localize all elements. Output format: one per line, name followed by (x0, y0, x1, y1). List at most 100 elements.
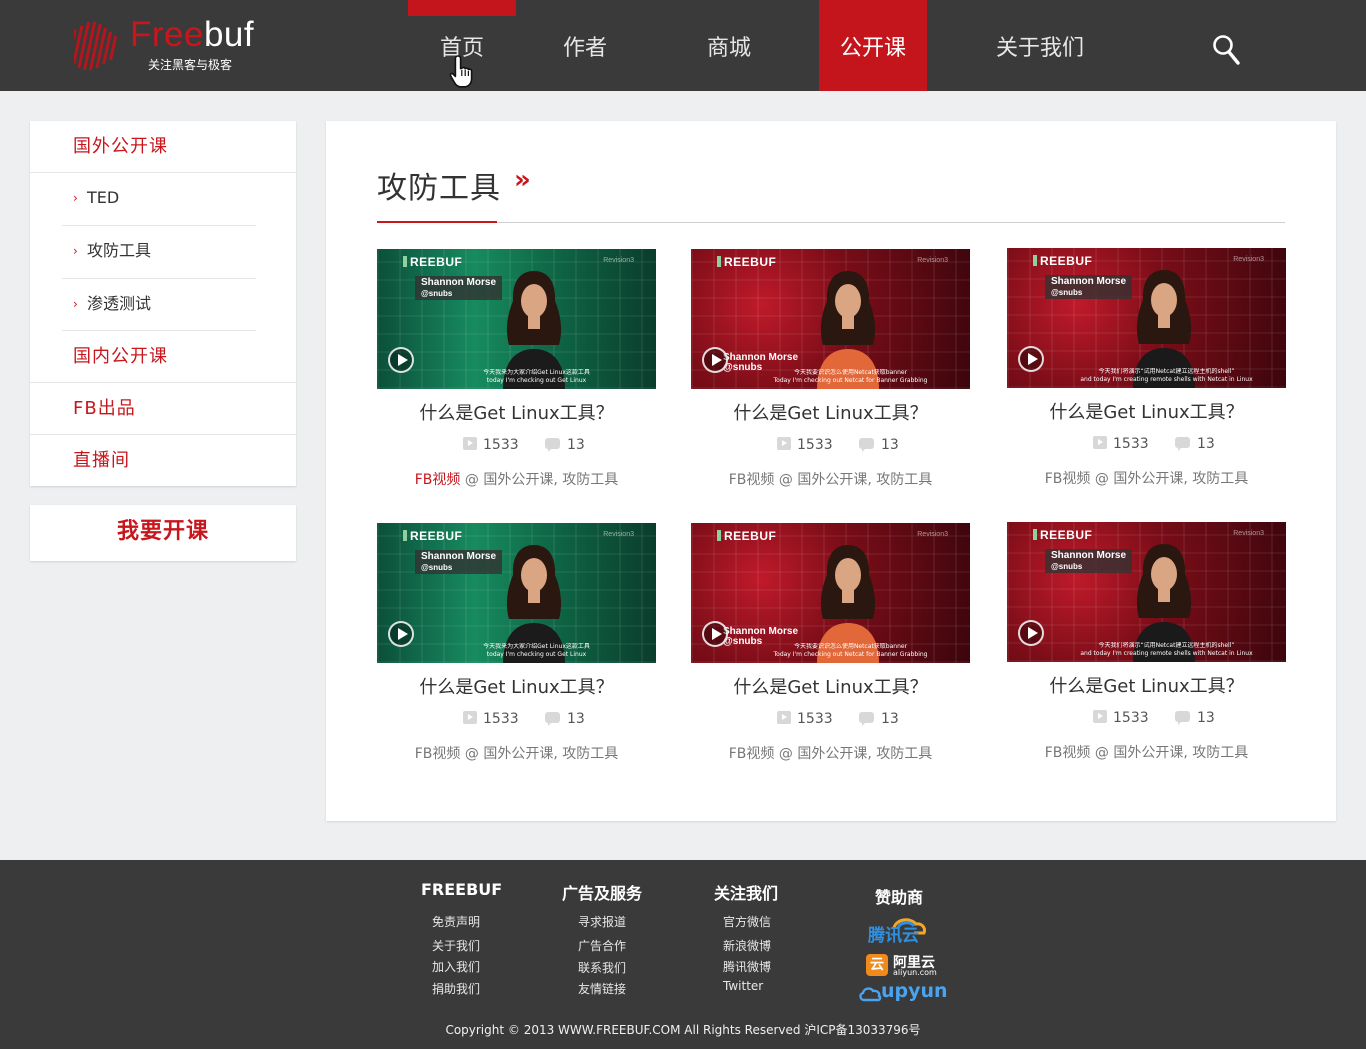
nav-authors[interactable]: 作者 (531, 0, 639, 91)
video-meta: FB视频 @ 国外公开课, 攻防工具 (377, 469, 656, 489)
video-source-link[interactable]: FB视频 (1045, 471, 1091, 487)
video-stats: 1533 13 (691, 437, 970, 457)
footer-link-press[interactable]: 寻求报道 (578, 913, 626, 930)
video-card[interactable]: REEBUF Revision3 Shannon Morse @snubs 今天我… (691, 523, 970, 773)
sidebar-subitem-label: 渗透测试 (87, 294, 152, 313)
video-tags[interactable]: @ 国外公开课, 攻防工具 (779, 472, 932, 488)
start-course-button[interactable]: 我要开课 (30, 505, 296, 561)
video-meta: FB视频 @ 国外公开课, 攻防工具 (691, 469, 970, 489)
video-title[interactable]: 什么是Get Linux工具？ (1007, 398, 1286, 424)
comment-count: 13 (1175, 436, 1215, 452)
footer-link-twitter[interactable]: Twitter (723, 979, 763, 993)
play-count-icon (777, 711, 791, 724)
video-source-link[interactable]: FB视频 (415, 746, 461, 762)
play-icon[interactable] (702, 621, 728, 647)
video-tags[interactable]: @ 国外公开课, 攻防工具 (1095, 745, 1248, 761)
sidebar-item-foreign-courses[interactable]: 国外公开课 (30, 121, 296, 173)
video-card[interactable]: REEBUF Revision3 Shannon Morse @snubs 今天我… (1007, 522, 1286, 772)
video-thumbnail[interactable]: REEBUF Revision3 Shannon Morse @snubs 今天我… (1007, 248, 1286, 388)
video-source-link[interactable]: FB视频 (729, 746, 775, 762)
footer-link-tencent-weibo[interactable]: 腾讯微博 (723, 958, 771, 975)
footer-link-join[interactable]: 加入我们 (432, 958, 480, 975)
top-header: Freebuf 关注黑客与极客 首页 作者 商城 公开课 关于我们 (0, 0, 1366, 91)
logo-tagline: 关注黑客与极客 (148, 58, 233, 72)
video-thumbnail[interactable]: REEBUF Revision3 Shannon Morse @snubs 今天我… (691, 249, 970, 389)
thumbnail-brand: REEBUF (1040, 254, 1093, 268)
footer-heading: 广告及服务 (562, 884, 643, 903)
video-title[interactable]: 什么是Get Linux工具？ (1007, 672, 1286, 698)
view-count: 1533 (1093, 710, 1149, 726)
nav-about[interactable]: 关于我们 (980, 0, 1100, 91)
logo-mark-icon (74, 22, 118, 70)
chevron-right-icon: › (73, 191, 78, 205)
footer-column-ads: 广告及服务 寻求报道 广告合作 联系我们 友情链接 (562, 880, 643, 996)
thumbnail-brand: REEBUF (410, 529, 463, 543)
video-card[interactable]: REEBUF Revision3 Shannon Morse @snubs 今天我… (377, 523, 656, 773)
nav-shop[interactable]: 商城 (675, 0, 783, 91)
comment-count: 13 (545, 711, 585, 727)
footer-heading: 赞助商 (875, 888, 924, 907)
play-icon[interactable] (1018, 346, 1044, 372)
video-tags[interactable]: @ 国外公开课, 攻防工具 (465, 746, 618, 762)
sidebar-item-fb-productions[interactable]: FB出品 (30, 383, 296, 435)
site-footer: FREEBUF 免责声明 关于我们 加入我们 捐助我们 广告及服务 寻求报道 广… (0, 860, 1366, 1049)
chevron-right-icon: › (73, 244, 78, 258)
play-icon[interactable] (1018, 620, 1044, 646)
video-tags[interactable]: @ 国外公开课, 攻防工具 (465, 472, 618, 488)
sidebar-item-live-room[interactable]: 直播间 (30, 435, 296, 487)
footer-link-sina-weibo[interactable]: 新浪微博 (723, 937, 771, 954)
video-source-link[interactable]: FB视频 (729, 472, 775, 488)
video-thumbnail[interactable]: REEBUF Revision3 Shannon Morse @snubs 今天我… (691, 523, 970, 663)
footer-link-wechat[interactable]: 官方微信 (723, 913, 771, 930)
video-subtitle: 今天我来为大家介绍Get Linux这款工具 today I'm checking… (483, 643, 590, 658)
video-title[interactable]: 什么是Get Linux工具？ (377, 399, 656, 425)
thumbnail-channel: Revision3 (1233, 256, 1264, 263)
thumbnail-channel: Revision3 (917, 257, 948, 264)
footer-link-friends[interactable]: 友情链接 (578, 980, 626, 997)
sponsor-sublabel: aliyun.com (893, 968, 937, 977)
sidebar-subitem-ted[interactable]: › TED (62, 173, 256, 226)
footer-sponsors-heading: 赞助商 (875, 884, 923, 908)
video-thumbnail[interactable]: REEBUF Revision3 Shannon Morse @snubs 今天我… (1007, 522, 1286, 662)
presenter-nameplate: Shannon Morse @snubs (415, 550, 503, 574)
footer-link-contact[interactable]: 联系我们 (578, 959, 626, 976)
comment-icon (545, 712, 560, 726)
comment-count: 13 (545, 437, 585, 453)
video-source-link[interactable]: FB视频 (415, 472, 461, 488)
video-meta: FB视频 @ 国外公开课, 攻防工具 (691, 743, 970, 763)
play-icon[interactable] (388, 621, 414, 647)
play-icon[interactable] (388, 347, 414, 373)
video-thumbnail[interactable]: REEBUF Revision3 Shannon Morse @snubs 今天我… (377, 249, 656, 389)
thumbnail-channel: Revision3 (603, 531, 634, 538)
video-card[interactable]: REEBUF Revision3 Shannon Morse @snubs 今天我… (1007, 248, 1286, 498)
play-icon[interactable] (702, 347, 728, 373)
view-count: 1533 (1093, 436, 1149, 452)
freebuf-logo[interactable]: Freebuf 关注黑客与极客 (74, 16, 264, 76)
course-list-panel: 攻防工具 » REEBUF Revision3 Shannon Morse @sn… (326, 121, 1336, 821)
video-tags[interactable]: @ 国外公开课, 攻防工具 (779, 746, 932, 762)
footer-link-about[interactable]: 关于我们 (432, 937, 480, 954)
course-sidebar: 国外公开课 › TED › 攻防工具 › 渗透测试 国内公开课 FB出品 直播间 (30, 121, 296, 486)
footer-link-advertising[interactable]: 广告合作 (578, 937, 626, 954)
video-title[interactable]: 什么是Get Linux工具？ (691, 673, 970, 699)
sidebar-item-domestic-courses[interactable]: 国内公开课 (30, 331, 296, 383)
sidebar-subitem-penetration-testing[interactable]: › 渗透测试 (62, 279, 256, 332)
more-arrow-icon[interactable]: » (514, 165, 531, 195)
video-title[interactable]: 什么是Get Linux工具？ (691, 399, 970, 425)
video-source-link[interactable]: FB视频 (1045, 745, 1091, 761)
video-card[interactable]: REEBUF Revision3 Shannon Morse @snubs 今天我… (691, 249, 970, 499)
video-subtitle: 今天我来为大家介绍Get Linux这款工具 today I'm checking… (483, 369, 590, 384)
footer-link-disclaimer[interactable]: 免责声明 (432, 913, 480, 930)
video-meta: FB视频 @ 国外公开课, 攻防工具 (1007, 468, 1286, 488)
search-icon[interactable] (1211, 33, 1241, 67)
video-card[interactable]: REEBUF Revision3 Shannon Morse @snubs 今天我… (377, 249, 656, 499)
video-title[interactable]: 什么是Get Linux工具？ (377, 673, 656, 699)
play-count-icon (1093, 710, 1107, 723)
footer-link-donate[interactable]: 捐助我们 (432, 980, 480, 997)
video-tags[interactable]: @ 国外公开课, 攻防工具 (1095, 471, 1248, 487)
thumbnail-brand: REEBUF (724, 529, 777, 543)
nav-open-course[interactable]: 公开课 (819, 0, 927, 91)
play-count-icon (463, 711, 477, 724)
video-thumbnail[interactable]: REEBUF Revision3 Shannon Morse @snubs 今天我… (377, 523, 656, 663)
sidebar-subitem-attack-defense-tools[interactable]: › 攻防工具 (62, 226, 256, 279)
